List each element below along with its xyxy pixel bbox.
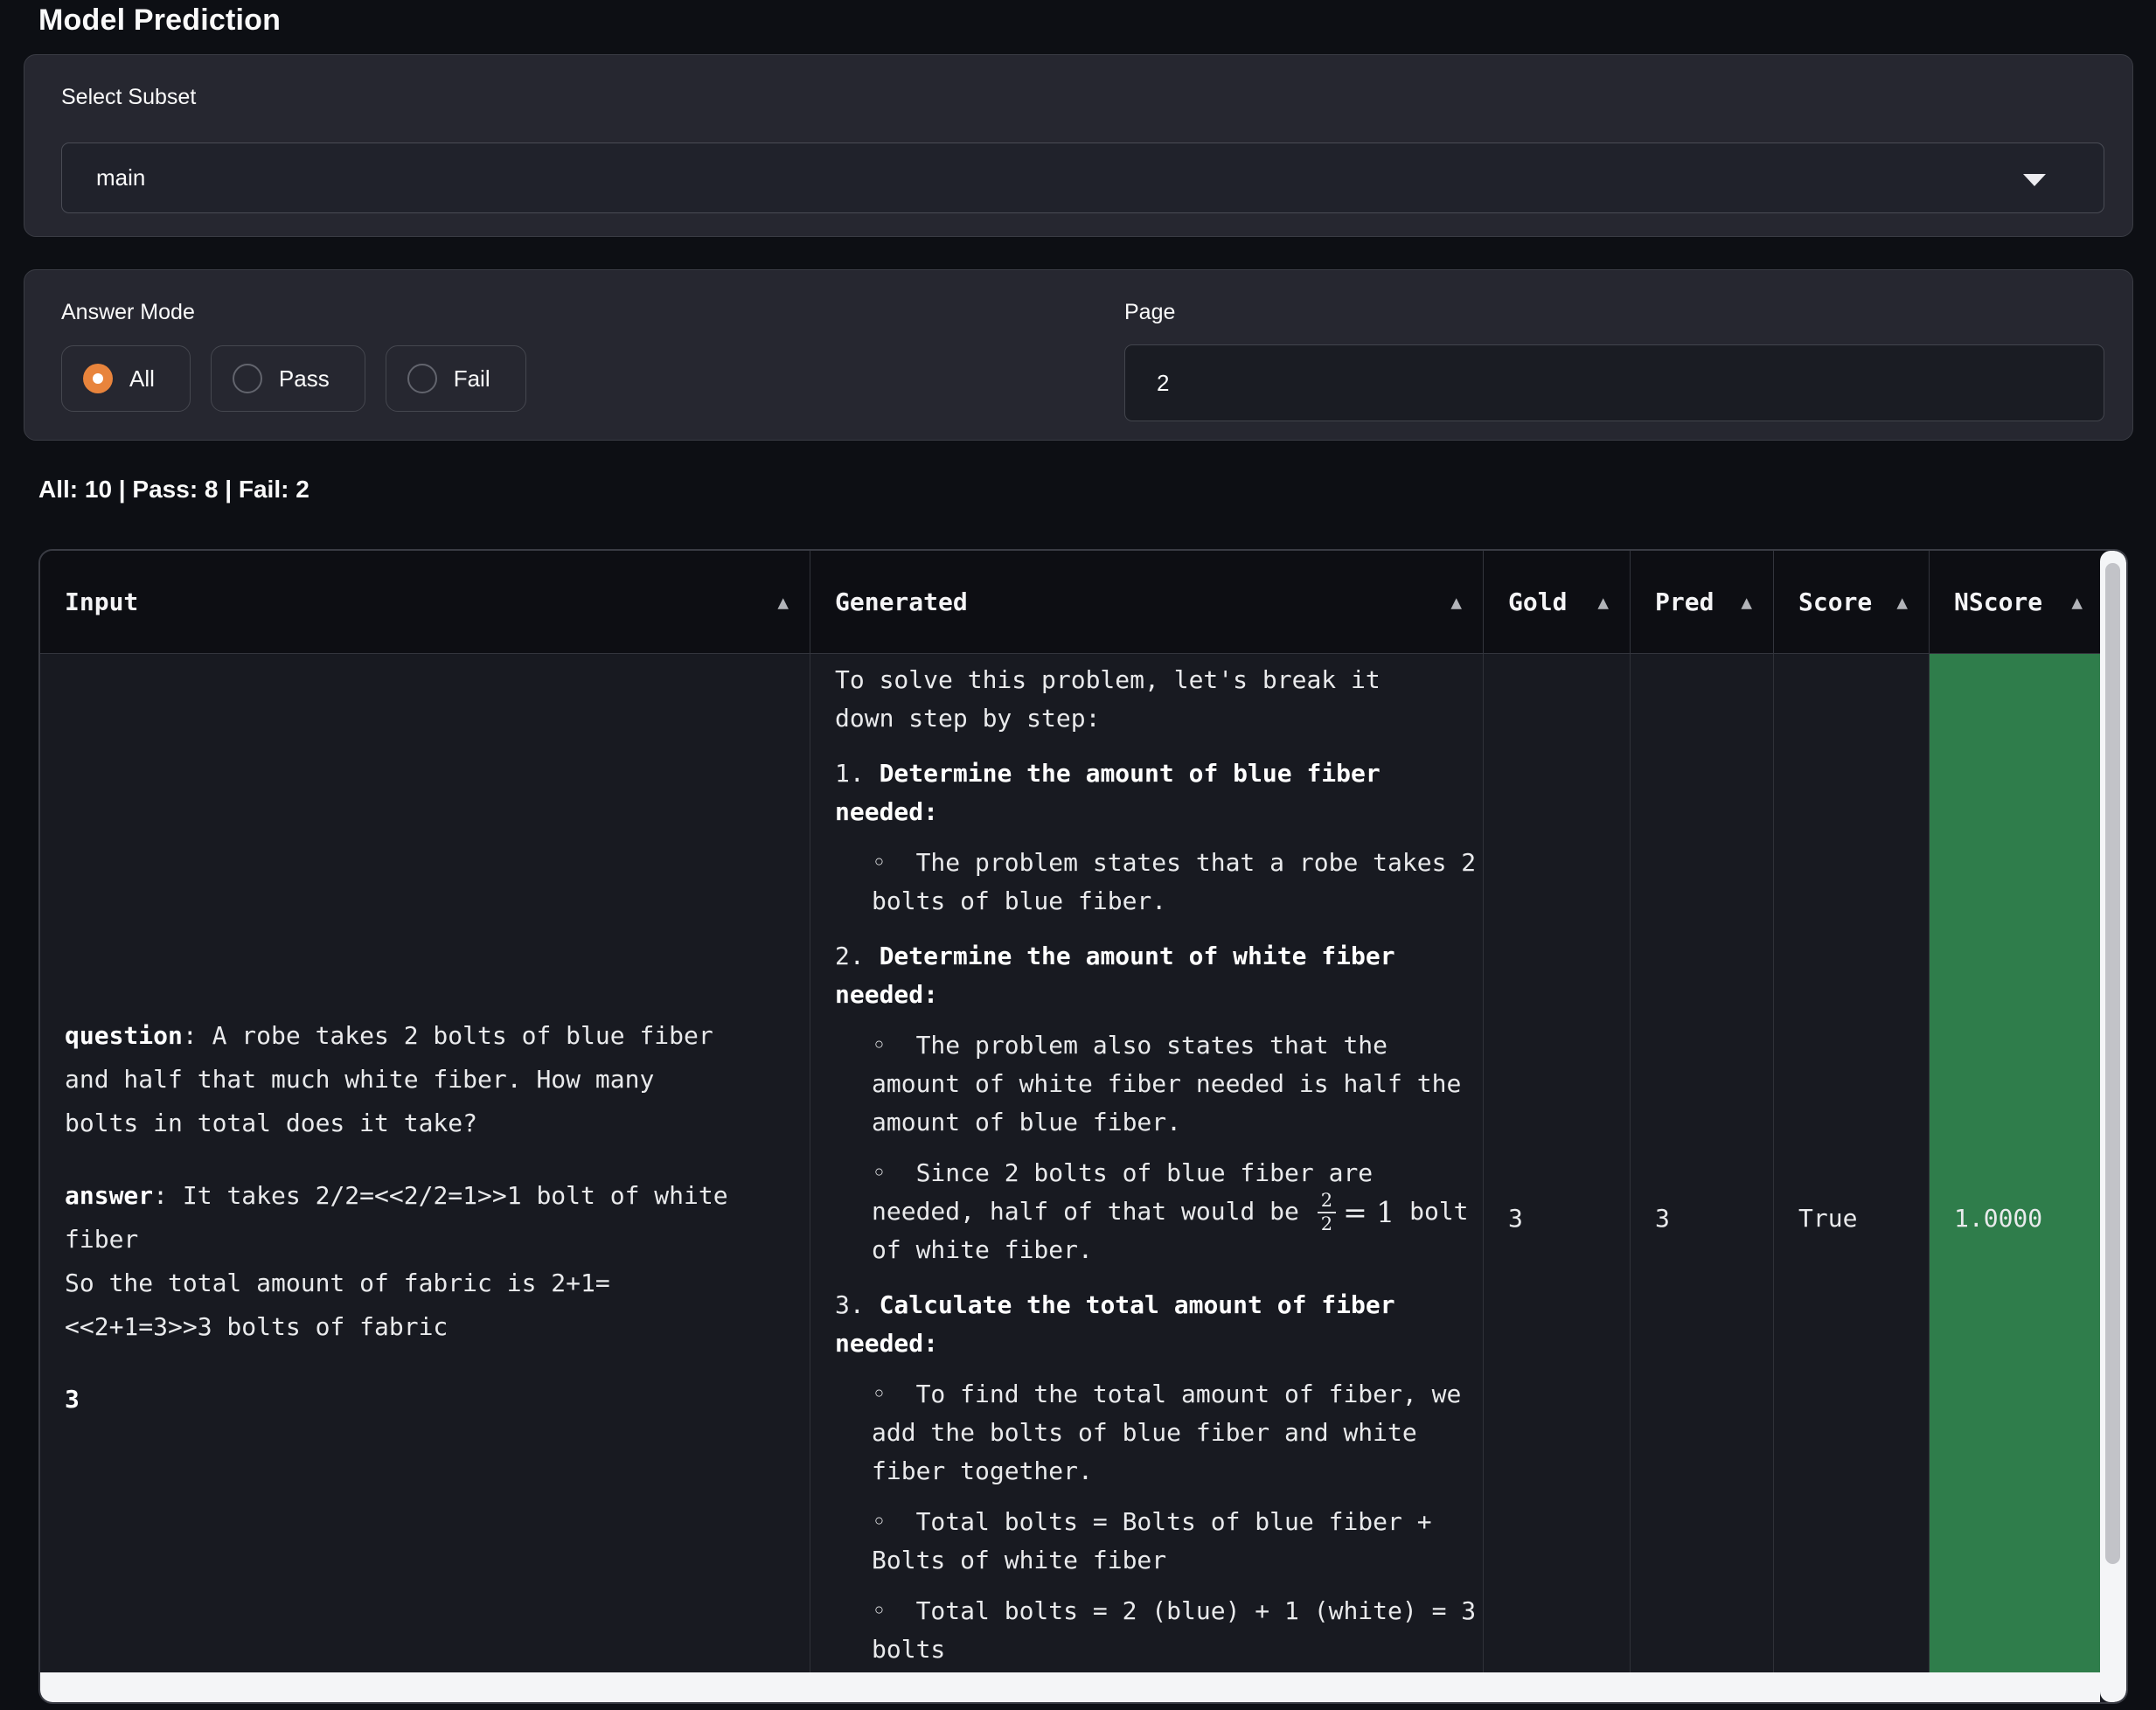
radio-circle-icon	[233, 364, 262, 393]
generated-cell[interactable]: To solve this problem, let's break it do…	[810, 654, 1484, 1672]
column-header-label: Gold	[1508, 587, 1567, 616]
radio-option-fail[interactable]: Fail	[386, 345, 526, 412]
subset-label: Select Subset	[61, 85, 196, 110]
subset-panel: Select Subset main	[24, 54, 2133, 237]
subset-selected-value: main	[62, 164, 145, 191]
answer-mode-radio-group: All Pass Fail	[61, 345, 526, 412]
column-header-label: Input	[65, 587, 138, 616]
pred-value: 3	[1655, 1204, 1670, 1233]
column-header-score[interactable]: Score ▲	[1774, 551, 1930, 653]
chevron-down-icon	[2023, 174, 2046, 186]
gold-value: 3	[1508, 1204, 1523, 1233]
column-header-generated[interactable]: Generated ▲	[810, 551, 1484, 653]
radio-option-label: Fail	[454, 365, 490, 393]
gold-cell[interactable]: 3	[1484, 654, 1631, 1672]
controls-panel: Answer Mode All Pass Fail Page 2	[24, 269, 2133, 441]
column-header-nscore[interactable]: NScore ▲	[1930, 551, 2104, 653]
score-value: True	[1798, 1204, 1857, 1233]
answer-mode-label: Answer Mode	[61, 300, 195, 325]
column-header-pred[interactable]: Pred ▲	[1631, 551, 1774, 653]
page-title: Model Prediction	[38, 3, 281, 38]
score-cell[interactable]: True	[1774, 654, 1930, 1672]
sort-ascending-icon: ▲	[1597, 592, 1609, 613]
table-row: question: A robe takes 2 bolts of blue f…	[40, 654, 2126, 1672]
page-field-label: Page	[1124, 300, 1175, 325]
column-header-label: Pred	[1655, 587, 1714, 616]
sort-ascending-icon: ▲	[2071, 592, 2083, 613]
column-header-label: NScore	[1954, 587, 2042, 616]
column-header-label: Generated	[835, 587, 968, 616]
page-number-value: 2	[1125, 370, 1169, 397]
radio-option-label: Pass	[279, 365, 330, 393]
pred-cell[interactable]: 3	[1631, 654, 1774, 1672]
radio-circle-icon	[83, 364, 113, 393]
sort-ascending-icon: ▲	[1450, 592, 1462, 613]
predictions-table: Input ▲ Generated ▲ Gold ▲ Pred ▲ Score …	[38, 549, 2128, 1704]
nscore-value: 1.0000	[1954, 1204, 2042, 1233]
radio-option-all[interactable]: All	[61, 345, 191, 412]
input-cell[interactable]: question: A robe takes 2 bolts of blue f…	[40, 654, 810, 1672]
radio-option-label: All	[129, 365, 155, 393]
vertical-scrollbar[interactable]	[2100, 551, 2126, 1702]
horizontal-scrollbar[interactable]	[40, 1672, 2100, 1702]
column-header-input[interactable]: Input ▲	[40, 551, 810, 653]
radio-circle-icon	[407, 364, 437, 393]
table-body: question: A robe takes 2 bolts of blue f…	[40, 654, 2126, 1672]
subset-select[interactable]: main	[61, 142, 2104, 213]
sort-ascending-icon: ▲	[1896, 592, 1908, 613]
sort-ascending-icon: ▲	[777, 592, 789, 613]
nscore-cell[interactable]: 1.0000	[1930, 654, 2104, 1672]
stats-summary: All: 10 | Pass: 8 | Fail: 2	[38, 476, 309, 504]
table-header-row: Input ▲ Generated ▲ Gold ▲ Pred ▲ Score …	[40, 551, 2126, 654]
sort-ascending-icon: ▲	[1741, 592, 1752, 613]
radio-option-pass[interactable]: Pass	[211, 345, 365, 412]
vertical-scrollbar-thumb[interactable]	[2105, 563, 2120, 1564]
column-header-gold[interactable]: Gold ▲	[1484, 551, 1631, 653]
column-header-label: Score	[1798, 587, 1872, 616]
page-number-input[interactable]: 2	[1124, 344, 2104, 421]
